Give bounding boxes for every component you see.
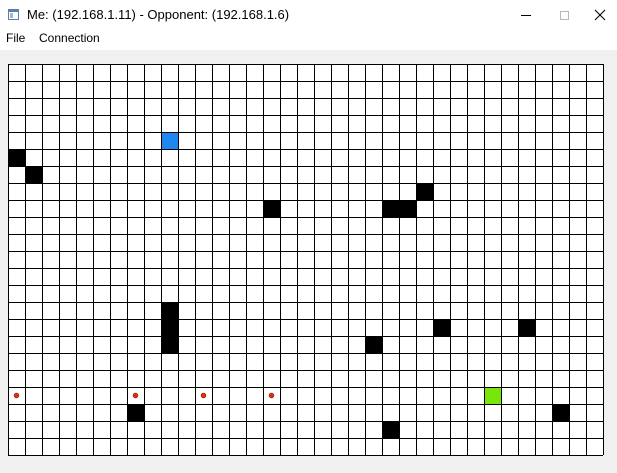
wall-block (161, 336, 178, 353)
close-button[interactable] (583, 0, 617, 30)
title-bar[interactable]: Me: (192.168.1.11) - Opponent: (192.168.… (0, 0, 617, 30)
maximize-icon (559, 10, 569, 20)
close-icon (594, 9, 606, 21)
window-title: Me: (192.168.1.11) - Opponent: (192.168.… (27, 7, 290, 22)
bullet (268, 392, 275, 399)
wall-block (433, 319, 450, 336)
wall-block (518, 319, 535, 336)
wall-block (399, 200, 416, 217)
wall-block (365, 336, 382, 353)
game-area (0, 50, 617, 473)
menu-bar: File Connection (0, 30, 617, 50)
board-background (8, 64, 603, 455)
wall-block (8, 149, 25, 166)
minimize-icon (521, 14, 531, 16)
wall-block (382, 421, 399, 438)
game-board[interactable] (0, 50, 617, 473)
wall-block (25, 166, 42, 183)
bullet (132, 392, 139, 399)
wall-block (127, 404, 144, 421)
menu-file[interactable]: File (6, 31, 25, 45)
minimize-button[interactable] (507, 0, 545, 30)
bullet (13, 392, 20, 399)
app-window-icon (8, 9, 19, 20)
wall-block (161, 319, 178, 336)
wall-block (382, 200, 399, 217)
bullet (200, 392, 207, 399)
maximize-button[interactable] (545, 0, 583, 30)
game-window: Me: (192.168.1.11) - Opponent: (192.168.… (0, 0, 617, 473)
wall-block (416, 183, 433, 200)
wall-block (263, 200, 280, 217)
menu-connection[interactable]: Connection (39, 31, 100, 45)
player-me-tank (161, 132, 178, 149)
wall-block (552, 404, 569, 421)
player-opponent-tank (484, 387, 501, 404)
wall-block (161, 302, 178, 319)
